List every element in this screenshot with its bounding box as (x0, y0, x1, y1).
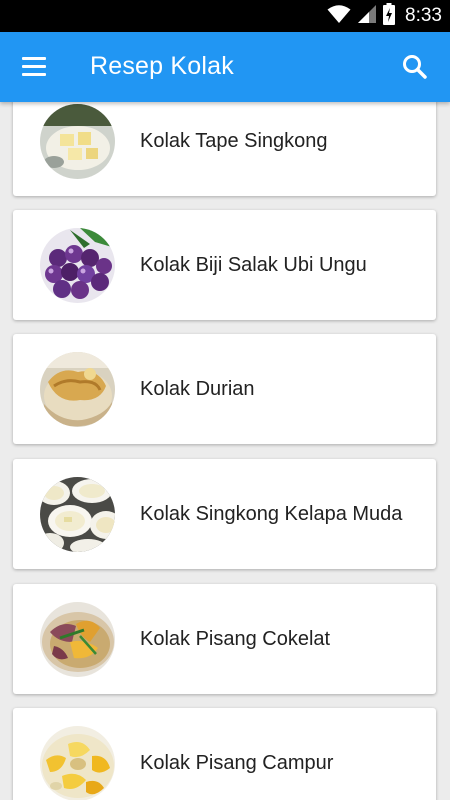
app-title: Resep Kolak (90, 52, 234, 80)
recipe-card-kolak-pisang-campur[interactable]: Kolak Pisang Campur (13, 708, 436, 800)
recipe-card-kolak-biji-salak-ubi-ungu[interactable]: Kolak Biji Salak Ubi Ungu (13, 210, 436, 320)
recipe-card-label: Kolak Durian (140, 377, 255, 400)
app-bar: Resep Kolak (0, 32, 450, 102)
hamburger-menu-icon[interactable] (20, 54, 48, 80)
recipe-card-kolak-durian[interactable]: Kolak Durian (13, 334, 436, 444)
recipe-card-label: Kolak Pisang Cokelat (140, 627, 331, 650)
recipe-card-kolak-tape-singkong[interactable]: Kolak Tape Singkong (13, 102, 436, 196)
recipe-card-label: Kolak Singkong Kelapa Muda (140, 502, 403, 525)
recipe-card-kolak-pisang-cokelat[interactable]: Kolak Pisang Cokelat (13, 584, 436, 694)
search-icon[interactable] (400, 52, 430, 82)
kolak-tape-singkong-photo (40, 104, 115, 179)
kolak-pisang-campur-photo (40, 726, 115, 800)
battery-charging-icon (383, 2, 396, 30)
recipe-card-label: Kolak Biji Salak Ubi Ungu (140, 253, 367, 276)
kolak-pisang-cokelat-photo (40, 602, 115, 677)
status-bar: 8:33 (0, 0, 450, 32)
recipe-card-label: Kolak Pisang Campur (140, 751, 334, 774)
recipe-card-label: Kolak Tape Singkong (140, 129, 328, 152)
kolak-singkong-kelapa-muda-photo (40, 477, 115, 552)
status-time: 8:33 (405, 5, 442, 26)
kolak-durian-photo (40, 352, 115, 427)
wifi-icon (327, 4, 351, 29)
kolak-biji-salak-ubi-ungu-photo (40, 228, 115, 303)
recipe-card-kolak-singkong-kelapa-muda[interactable]: Kolak Singkong Kelapa Muda (13, 459, 436, 569)
status-icons: 8:33 (327, 0, 442, 32)
cell-signal-icon (357, 4, 377, 29)
recipe-list[interactable]: Kolak Tape Singkong Kolak Biji Salak Ubi… (0, 102, 450, 800)
